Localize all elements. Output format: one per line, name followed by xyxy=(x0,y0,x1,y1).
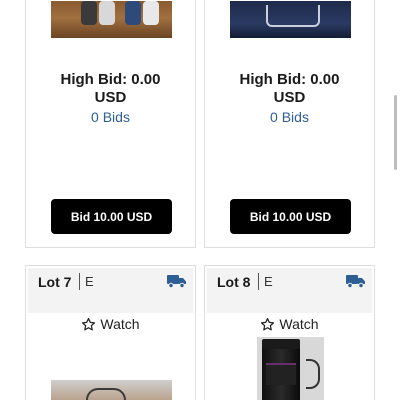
lot-number[interactable]: Lot 8 xyxy=(217,274,250,290)
high-bid: High Bid: 0.00 USD xyxy=(26,71,195,107)
high-bid: High Bid: 0.00 USD xyxy=(205,71,374,107)
bids-count-link[interactable]: 0 Bids xyxy=(26,109,195,125)
bid-button[interactable]: Bid 10.00 USD xyxy=(230,199,351,234)
lot-thumbnail[interactable] xyxy=(230,1,351,38)
lot-card: Lot 7 E Watch xyxy=(25,265,196,400)
lot-header: Lot 7 E xyxy=(28,268,193,313)
lot-card: Lot 8 E Watch xyxy=(204,265,375,400)
lot-thumbnail[interactable] xyxy=(51,1,172,38)
truck-icon xyxy=(346,275,365,288)
star-icon xyxy=(261,317,275,330)
high-bid-currency: USD xyxy=(273,89,306,106)
lot-divider xyxy=(258,273,259,290)
lot-divider xyxy=(79,273,80,290)
high-bid-currency: USD xyxy=(94,89,127,106)
watch-label: Watch xyxy=(279,316,319,332)
lot-header: Lot 8 E xyxy=(207,268,372,313)
lot-code: E xyxy=(264,274,273,289)
scrollbar[interactable] xyxy=(394,95,397,170)
lot-card: High Bid: 0.00 USD 0 Bids Bid 10.00 USD xyxy=(204,0,375,248)
truck-icon xyxy=(167,275,186,288)
bids-count-link[interactable]: 0 Bids xyxy=(205,109,374,125)
bid-button[interactable]: Bid 10.00 USD xyxy=(51,199,172,234)
high-bid-label: High Bid: 0.00 xyxy=(60,71,161,88)
watch-button[interactable]: Watch xyxy=(26,316,195,332)
lot-thumbnail[interactable] xyxy=(51,380,172,400)
high-bid-label: High Bid: 0.00 xyxy=(239,71,340,88)
watch-button[interactable]: Watch xyxy=(205,316,374,332)
lot-code: E xyxy=(85,274,94,289)
lot-number[interactable]: Lot 7 xyxy=(38,274,71,290)
star-icon xyxy=(82,317,96,330)
lot-card: High Bid: 0.00 USD 0 Bids Bid 10.00 USD xyxy=(25,0,196,248)
watch-label: Watch xyxy=(100,316,140,332)
lot-thumbnail[interactable] xyxy=(257,337,324,400)
